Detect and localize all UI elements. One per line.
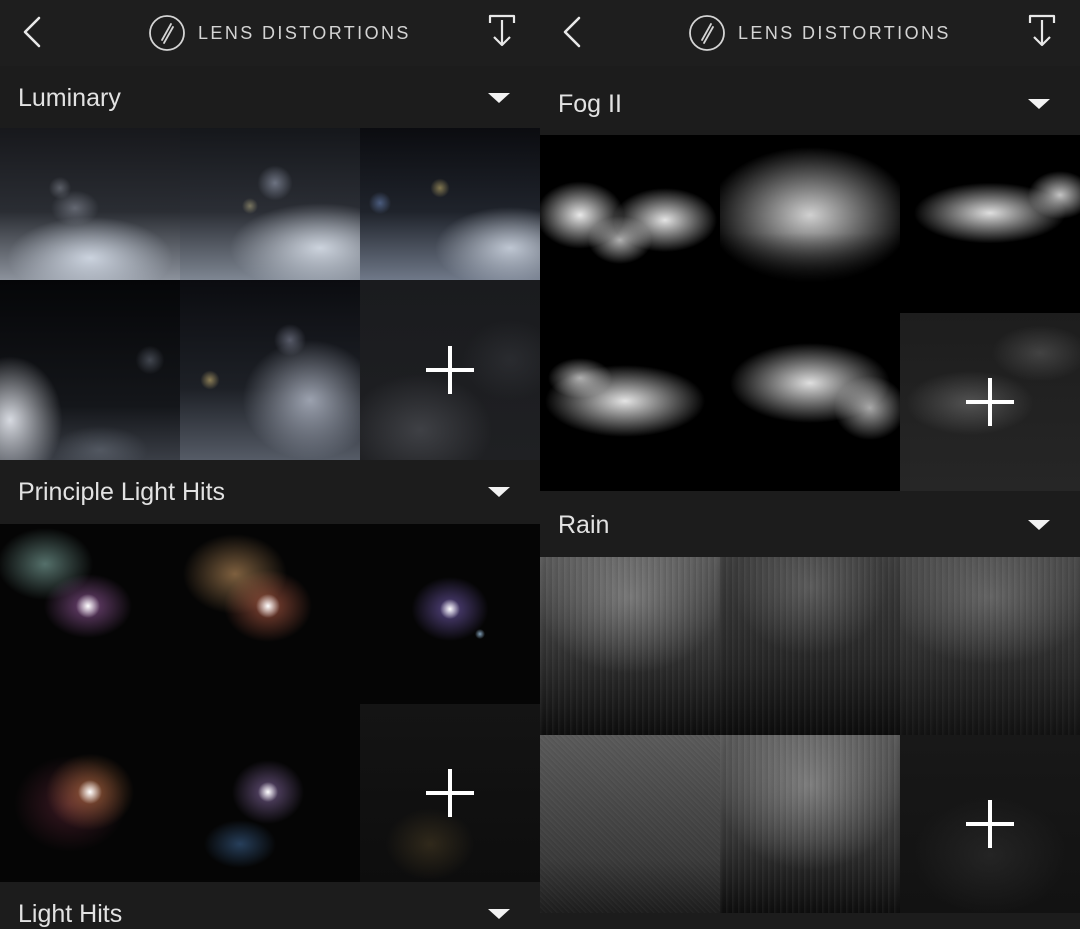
add-effect-tile[interactable] xyxy=(360,704,540,882)
caret-down-icon[interactable] xyxy=(488,909,510,919)
effect-thumbnail[interactable] xyxy=(720,735,900,913)
section-header-light-hits[interactable]: Light Hits xyxy=(0,882,540,929)
add-effect-tile[interactable] xyxy=(900,313,1080,491)
effect-thumbnail[interactable] xyxy=(180,704,360,882)
section-header-rain[interactable]: Rain xyxy=(540,493,1080,557)
section-title: Principle Light Hits xyxy=(18,478,226,506)
section-title: Luminary xyxy=(18,84,121,112)
effect-thumbnail[interactable] xyxy=(360,128,540,280)
caret-down-icon[interactable] xyxy=(488,93,510,103)
effect-thumbnail[interactable] xyxy=(180,128,360,280)
section-title: Rain xyxy=(558,511,610,539)
section-header-principle-light-hits[interactable]: Principle Light Hits xyxy=(0,460,540,524)
effect-thumbnail[interactable] xyxy=(540,735,720,913)
effect-thumbnail[interactable] xyxy=(180,524,360,704)
download-icon[interactable] xyxy=(488,14,516,48)
effect-thumbnail[interactable] xyxy=(0,128,180,280)
right-screen: LENS DISTORTIONS Fog II Rain xyxy=(540,0,1080,929)
app-brand: LENS DISTORTIONS xyxy=(148,13,411,53)
lens-distortions-logo-icon xyxy=(149,15,185,51)
effect-thumbnail[interactable] xyxy=(0,704,180,882)
lens-distortions-logo-icon xyxy=(689,15,725,51)
effect-thumbnail[interactable] xyxy=(720,313,900,491)
effect-thumbnail[interactable] xyxy=(360,524,540,704)
effect-thumbnail[interactable] xyxy=(720,557,900,735)
rain-grid xyxy=(540,557,1080,913)
section-title: Fog II xyxy=(558,90,622,118)
effect-thumbnail[interactable] xyxy=(180,280,360,460)
section-title: Light Hits xyxy=(18,900,123,928)
plus-icon xyxy=(426,346,474,394)
caret-down-icon[interactable] xyxy=(1028,99,1050,109)
plus-icon xyxy=(966,378,1014,426)
luminary-grid xyxy=(0,128,540,460)
back-icon[interactable] xyxy=(20,16,44,48)
left-screen: LENS DISTORTIONS Luminary Principle Ligh… xyxy=(0,0,540,929)
effect-thumbnail[interactable] xyxy=(540,135,720,313)
top-bar: LENS DISTORTIONS xyxy=(0,0,540,66)
caret-down-icon[interactable] xyxy=(1028,520,1050,530)
effect-thumbnail[interactable] xyxy=(720,135,900,313)
effect-thumbnail[interactable] xyxy=(540,557,720,735)
app-brand: LENS DISTORTIONS xyxy=(688,13,951,53)
app-title: LENS DISTORTIONS xyxy=(738,22,951,43)
effect-thumbnail[interactable] xyxy=(900,557,1080,735)
effect-thumbnail[interactable] xyxy=(0,280,180,460)
plus-icon xyxy=(966,800,1014,848)
caret-down-icon[interactable] xyxy=(488,487,510,497)
download-icon[interactable] xyxy=(1028,14,1056,48)
effect-thumbnail[interactable] xyxy=(0,524,180,704)
section-header-luminary[interactable]: Luminary xyxy=(0,66,540,130)
add-effect-tile[interactable] xyxy=(900,735,1080,913)
plus-icon xyxy=(426,769,474,817)
effect-thumbnail[interactable] xyxy=(540,313,720,491)
fog-ii-grid xyxy=(540,135,1080,491)
principle-light-hits-grid xyxy=(0,524,540,882)
add-effect-tile[interactable] xyxy=(360,280,540,460)
section-header-fog-ii[interactable]: Fog II xyxy=(540,72,1080,136)
top-bar: LENS DISTORTIONS xyxy=(540,0,1080,66)
effect-thumbnail[interactable] xyxy=(900,135,1080,313)
app-title: LENS DISTORTIONS xyxy=(198,22,411,43)
back-icon[interactable] xyxy=(560,16,584,48)
